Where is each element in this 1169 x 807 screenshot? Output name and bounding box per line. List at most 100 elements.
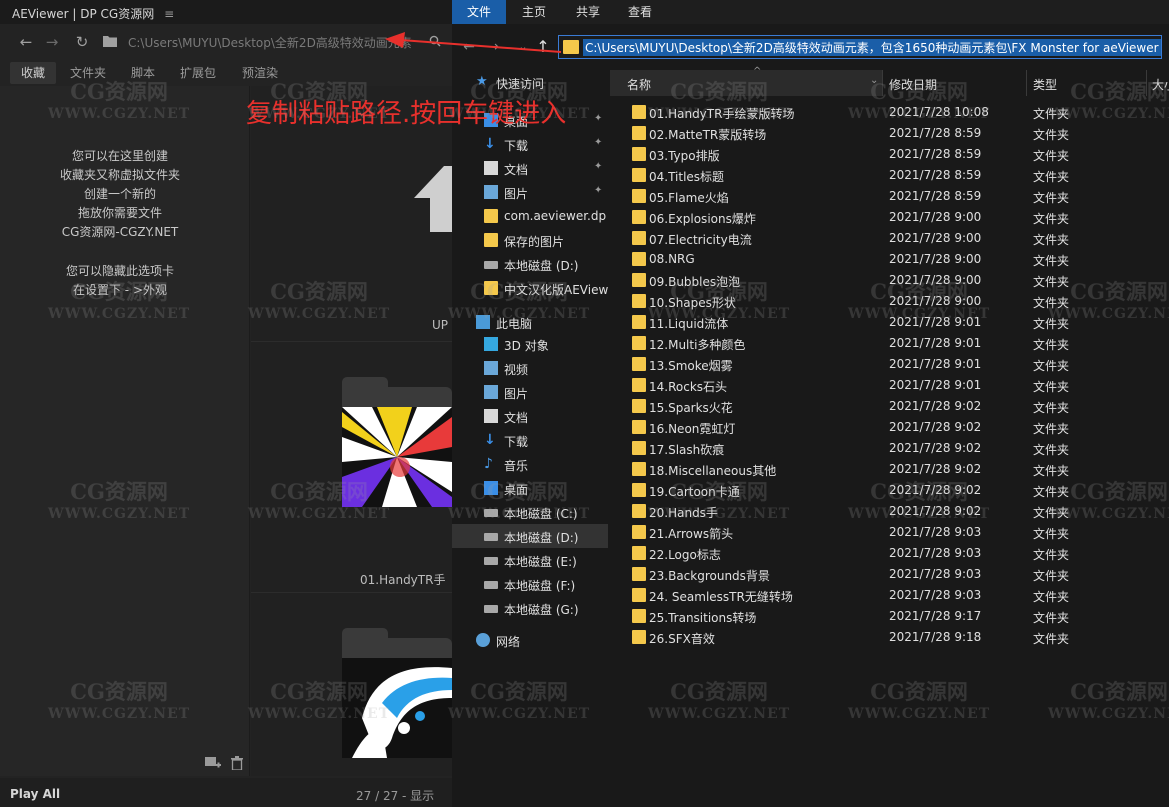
folder-icon bbox=[563, 40, 579, 54]
nav-item-label: 文档 bbox=[504, 163, 529, 177]
folder-preview-card[interactable] bbox=[342, 377, 452, 507]
tab-favorites[interactable]: 收藏 bbox=[10, 62, 56, 84]
nav-item[interactable]: 3D 对象 bbox=[452, 332, 608, 356]
table-row[interactable]: 14.Rocks石头 2021/7/28 9:01 文件夹 bbox=[610, 375, 1169, 396]
table-row[interactable]: 10.Shapes形状 2021/7/28 9:00 文件夹 bbox=[610, 291, 1169, 312]
folder-icon bbox=[632, 168, 646, 182]
file-date: 2021/7/28 9:00 bbox=[889, 294, 982, 308]
nav-item[interactable]: 本地磁盘 (E:) bbox=[452, 548, 608, 572]
play-all-button[interactable]: Play All bbox=[10, 787, 60, 801]
nav-item[interactable]: com.aeviewer.dp bbox=[452, 204, 608, 228]
table-row[interactable]: 24. SeamlessTR无缝转场 2021/7/28 9:03 文件夹 bbox=[610, 585, 1169, 606]
tab-file[interactable]: 文件 bbox=[452, 0, 506, 24]
table-row[interactable]: 25.Transitions转场 2021/7/28 9:17 文件夹 bbox=[610, 606, 1169, 627]
folder-preview-card[interactable] bbox=[342, 628, 452, 758]
nav-item[interactable]: 保存的图片 bbox=[452, 228, 608, 252]
nav-item[interactable]: ↓ 下载 ✦ bbox=[452, 132, 608, 156]
file-type: 文件夹 bbox=[1033, 422, 1070, 436]
file-name: 22.Logo标志 bbox=[649, 548, 721, 562]
table-row[interactable]: 20.Hands手 2021/7/28 9:02 文件夹 bbox=[610, 501, 1169, 522]
nav-item-label: 中文汉化版AEView bbox=[504, 283, 609, 297]
table-row[interactable]: 02.MatteTR蒙版转场 2021/7/28 8:59 文件夹 bbox=[610, 123, 1169, 144]
nav-item[interactable]: 此电脑 bbox=[452, 310, 608, 334]
forward-arrow-icon[interactable]: → bbox=[42, 32, 62, 52]
folder-icon bbox=[632, 399, 646, 413]
pin-icon: ✦ bbox=[594, 185, 603, 196]
tab-scripts[interactable]: 脚本 bbox=[122, 62, 164, 84]
table-row[interactable]: 07.Electricity电流 2021/7/28 9:00 文件夹 bbox=[610, 228, 1169, 249]
table-row[interactable]: 18.Miscellaneous其他 2021/7/28 9:02 文件夹 bbox=[610, 459, 1169, 480]
table-row[interactable]: 09.Bubbles泡泡 2021/7/28 9:00 文件夹 bbox=[610, 270, 1169, 291]
nav-item[interactable]: 文档 bbox=[452, 404, 608, 428]
tab-prerender[interactable]: 预渲染 bbox=[234, 62, 286, 84]
tab-extensions[interactable]: 扩展包 bbox=[172, 62, 224, 84]
table-row[interactable]: 15.Sparks火花 2021/7/28 9:02 文件夹 bbox=[610, 396, 1169, 417]
table-row[interactable]: 08.NRG 2021/7/28 9:00 文件夹 bbox=[610, 249, 1169, 270]
tab-folders[interactable]: 文件夹 bbox=[64, 62, 112, 84]
folder-icon[interactable] bbox=[100, 32, 120, 52]
table-row[interactable]: 23.Backgrounds背景 2021/7/28 9:03 文件夹 bbox=[610, 564, 1169, 585]
tab-share[interactable]: 共享 bbox=[564, 0, 612, 24]
table-row[interactable]: 19.Cartoon卡通 2021/7/28 9:02 文件夹 bbox=[610, 480, 1169, 501]
tab-view[interactable]: 查看 bbox=[616, 0, 664, 24]
nav-item[interactable]: 本地磁盘 (D:) bbox=[452, 252, 608, 276]
help-line: 您可以隐藏此选项卡 bbox=[65, 264, 174, 278]
table-row[interactable]: 05.Flame火焰 2021/7/28 8:59 文件夹 bbox=[610, 186, 1169, 207]
nav-item[interactable]: ♪ 音乐 bbox=[452, 452, 608, 476]
pin-icon: ✦ bbox=[594, 161, 603, 172]
table-row[interactable]: 03.Typo排版 2021/7/28 8:59 文件夹 bbox=[610, 144, 1169, 165]
trash-icon[interactable] bbox=[231, 756, 243, 774]
nav-item[interactable]: 本地磁盘 (F:) bbox=[452, 572, 608, 596]
table-row[interactable]: 04.Titles标题 2021/7/28 8:59 文件夹 bbox=[610, 165, 1169, 186]
nav-item[interactable]: 文档 ✦ bbox=[452, 156, 608, 180]
file-type: 文件夹 bbox=[1033, 191, 1070, 205]
nav-item-label: 快速访问 bbox=[496, 77, 545, 91]
nav-item[interactable]: 图片 ✦ bbox=[452, 180, 608, 204]
refresh-icon[interactable]: ↻ bbox=[72, 32, 92, 52]
tab-home[interactable]: 主页 bbox=[510, 0, 558, 24]
nav-item[interactable]: 桌面 bbox=[452, 476, 608, 500]
table-row[interactable]: 13.Smoke烟雾 2021/7/28 9:01 文件夹 bbox=[610, 354, 1169, 375]
menu-icon[interactable]: ≡ bbox=[164, 7, 174, 21]
nav-item[interactable]: 本地磁盘 (C:) bbox=[452, 500, 608, 524]
folder-icon bbox=[632, 525, 646, 539]
file-date: 2021/7/28 9:01 bbox=[889, 378, 982, 392]
file-name: 03.Typo排版 bbox=[649, 149, 720, 163]
video-icon bbox=[484, 361, 498, 375]
column-name[interactable]: 名称 bbox=[610, 70, 882, 96]
nav-item[interactable]: 本地磁盘 (D:) bbox=[452, 524, 608, 548]
folder-icon bbox=[632, 546, 646, 560]
nav-item[interactable]: 中文汉化版AEView bbox=[452, 276, 608, 300]
table-row[interactable]: 06.Explosions爆炸 2021/7/28 9:00 文件夹 bbox=[610, 207, 1169, 228]
chevron-down-icon[interactable]: ⌄ bbox=[870, 75, 878, 86]
up-folder-icon[interactable] bbox=[412, 164, 452, 234]
column-size[interactable]: 大小 bbox=[1152, 76, 1169, 93]
table-row[interactable]: 26.SFX音效 2021/7/28 9:18 文件夹 bbox=[610, 627, 1169, 648]
table-row[interactable]: 12.Multi多种颜色 2021/7/28 9:01 文件夹 bbox=[610, 333, 1169, 354]
table-row[interactable]: 16.Neon霓虹灯 2021/7/28 9:02 文件夹 bbox=[610, 417, 1169, 438]
file-type: 文件夹 bbox=[1033, 569, 1070, 583]
nav-item[interactable]: ★ 快速访问 bbox=[452, 70, 608, 94]
column-type[interactable]: 类型 bbox=[1033, 76, 1057, 93]
nav-item[interactable]: 视频 bbox=[452, 356, 608, 380]
address-text[interactable]: C:\Users\MUYU\Desktop\全新2D高级特效动画元素，包含165… bbox=[583, 39, 1161, 56]
drive-icon bbox=[484, 509, 498, 517]
add-favorite-icon[interactable] bbox=[205, 756, 221, 774]
nav-item[interactable]: 本地磁盘 (G:) bbox=[452, 596, 608, 620]
file-date: 2021/7/28 9:02 bbox=[889, 462, 982, 476]
nav-item[interactable]: 图片 bbox=[452, 380, 608, 404]
nav-item[interactable]: 网络 bbox=[452, 628, 608, 652]
column-date[interactable]: 修改日期 bbox=[889, 76, 937, 93]
aeviewer-path-field[interactable]: C:\Users\MUYU\Desktop\全新2D高级特效动画元素 bbox=[128, 34, 418, 50]
picture-icon bbox=[484, 185, 498, 199]
back-arrow-icon[interactable]: ← bbox=[16, 32, 36, 52]
nav-item-label: 网络 bbox=[496, 635, 521, 649]
table-row[interactable]: 17.Slash砍痕 2021/7/28 9:02 文件夹 bbox=[610, 438, 1169, 459]
address-bar[interactable]: C:\Users\MUYU\Desktop\全新2D高级特效动画元素，包含165… bbox=[558, 35, 1162, 59]
table-row[interactable]: 11.Liquid流体 2021/7/28 9:01 文件夹 bbox=[610, 312, 1169, 333]
table-row[interactable]: 01.HandyTR手绘蒙版转场 2021/7/28 10:08 文件夹 bbox=[610, 102, 1169, 123]
nav-item[interactable]: ↓ 下载 bbox=[452, 428, 608, 452]
file-name: 01.HandyTR手绘蒙版转场 bbox=[649, 107, 795, 121]
table-row[interactable]: 21.Arrows箭头 2021/7/28 9:03 文件夹 bbox=[610, 522, 1169, 543]
table-row[interactable]: 22.Logo标志 2021/7/28 9:03 文件夹 bbox=[610, 543, 1169, 564]
